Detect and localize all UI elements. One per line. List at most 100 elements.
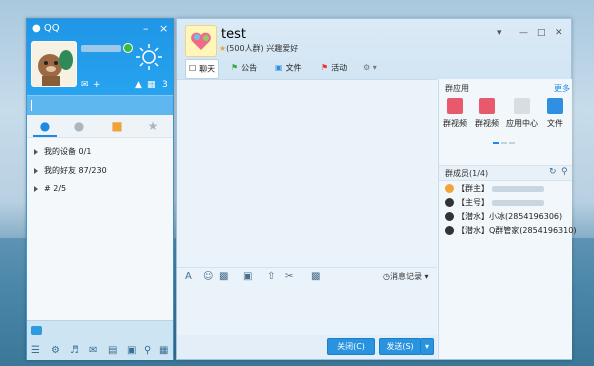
volume-icon[interactable]: ♬ (70, 345, 79, 356)
more-link[interactable]: 更多 (554, 83, 570, 94)
weather-sun-icon[interactable] (135, 43, 163, 71)
send-button[interactable]: 发送(S) (379, 338, 421, 355)
group-devices[interactable]: 我的设备 0/1 (34, 146, 91, 157)
qun-manager-avatar-icon (445, 226, 454, 235)
chevron-down-icon: ▾ (372, 63, 377, 72)
menu-icon[interactable]: ☰ (31, 345, 40, 356)
app-label: 文件 (547, 119, 563, 128)
app-group-video-2[interactable]: 群视频 (473, 98, 501, 129)
members-title: 群成员(1/4) (445, 169, 489, 178)
chat-toolbar: ☐ 聊天 ⚑ 公告 ▣ 文件 ⚑ 活动 ⚙ ▾ (177, 57, 571, 79)
search-icon[interactable]: ⚲ (144, 345, 151, 356)
tab-notice[interactable]: ⚑ 公告 (231, 59, 257, 77)
folder-icon: ▣ (275, 63, 283, 72)
screenshot-scissors-icon[interactable]: ✂ (285, 271, 293, 282)
group-label: # (44, 184, 51, 193)
tab-contacts-icon[interactable]: ● (37, 119, 53, 133)
tab-favorites-icon[interactable]: ★ (145, 119, 161, 133)
close-chat-button[interactable]: 关闭(C) (327, 338, 375, 355)
mail-icon[interactable]: ✉ (81, 80, 89, 90)
minimize-button[interactable]: – (143, 22, 149, 35)
online-status-icon[interactable] (123, 43, 133, 53)
file-icon (547, 98, 563, 114)
close-button[interactable]: × (159, 22, 168, 35)
app-grid-icon[interactable]: ▦ (159, 345, 168, 356)
message-input[interactable] (177, 285, 437, 335)
member-row[interactable]: 【潜水】小冰(2854196306) (445, 211, 562, 222)
penguin-icon (445, 198, 454, 207)
skin-icon[interactable]: ▲ (135, 80, 142, 90)
member-row[interactable]: 【潜水】Q群管家(2854196310) (445, 225, 576, 236)
font-icon[interactable]: A (185, 271, 192, 282)
message-manager-icon[interactable]: ✉ (89, 345, 97, 356)
pager-dot[interactable] (501, 142, 507, 144)
group-hash[interactable]: # 2/5 (34, 184, 66, 193)
minimize-window-button[interactable]: — (519, 28, 528, 38)
close-window-button[interactable]: ✕ (555, 28, 563, 38)
tab-messages-icon[interactable]: ■ (109, 119, 125, 133)
video-icon (447, 98, 463, 114)
member-name-blurred (492, 199, 544, 206)
add-icon[interactable]: + (93, 80, 101, 90)
tab-notice-label: 公告 (241, 63, 258, 73)
member-row[interactable]: 【主号】 (445, 197, 544, 208)
file-icon[interactable]: ▤ (108, 345, 117, 356)
group-label: 我的好友 (44, 166, 76, 175)
tab-chat[interactable]: ☐ 聊天 (185, 59, 220, 79)
search-input[interactable] (29, 98, 173, 113)
message-record-button[interactable]: ◷消息记录 ▾ (383, 271, 429, 282)
message-area[interactable] (177, 79, 437, 268)
group-chat-window: test ★(500人群) 兴趣爱好 ▾ — □ ✕ ☐ 聊天 ⚑ 公告 ▣ 文件 ⚑… (176, 18, 576, 360)
group-friends[interactable]: 我的好友 87/230 (34, 165, 107, 176)
member-role: 【主号】 (457, 198, 489, 207)
qq-header: ● QQ – × ✉ + ▲ ▦ 3 (27, 19, 173, 95)
tab-activity[interactable]: ⚑ 活动 (321, 59, 347, 77)
image-icon[interactable]: ▣ (243, 271, 252, 282)
settings-gear-dropdown[interactable]: ⚙ ▾ (363, 59, 377, 77)
qzone-icon[interactable] (31, 326, 42, 335)
message-record-label: 消息记录 (389, 272, 422, 281)
dropdown-icon[interactable]: ▾ (497, 28, 502, 38)
owner-icon (445, 184, 454, 193)
app-group-video[interactable]: 群视频 (441, 98, 469, 129)
level-icon[interactable]: ▦ (147, 80, 156, 90)
group-subtitle: ★(500人群) 兴趣爱好 (219, 43, 298, 54)
app-label: 群视频 (475, 119, 499, 128)
search-icon[interactable]: ⚲ (561, 167, 568, 177)
tab-files-label: 文件 (285, 63, 302, 73)
tab-groups-icon[interactable]: ● (71, 119, 87, 133)
app-label: 群视频 (443, 119, 467, 128)
search-bar[interactable] (27, 95, 173, 115)
app-center[interactable]: 应用中心 (505, 98, 539, 129)
member-row[interactable]: 【群主】 (445, 183, 544, 194)
chat-header: test ★(500人群) 兴趣爱好 ▾ — □ ✕ ☐ 聊天 ⚑ 公告 ▣ 文件 ⚑… (177, 19, 571, 79)
maximize-window-button[interactable]: □ (537, 28, 546, 38)
input-toolbar: A ☺ ▩ ▣ ⇧ ✂ ▩ ◷消息记录 ▾ (177, 267, 437, 286)
expand-arrow-icon (34, 167, 38, 174)
chevron-down-icon: ▾ (424, 272, 429, 281)
emoji-icon[interactable]: ☺ (203, 271, 213, 282)
qq-bottom-bar: ☰ ⚙ ♬ ✉ ▤ ▣ ⚲ ▦ (27, 320, 173, 360)
app-center-icon (514, 98, 530, 114)
expand-arrow-icon (34, 148, 38, 155)
group-apps-title: 群应用 (445, 84, 469, 93)
app-box-icon[interactable]: ▣ (127, 345, 136, 356)
upload-icon[interactable]: ⇧ (267, 271, 275, 282)
pager-dot[interactable] (493, 142, 499, 144)
refresh-icon[interactable]: ↻ (549, 167, 557, 177)
tab-files[interactable]: ▣ 文件 (275, 59, 302, 77)
tab-chat-label: 聊天 (199, 64, 216, 74)
nickname-blurred (81, 45, 121, 52)
group-heart-icon (191, 32, 211, 50)
pager-dot[interactable] (509, 142, 515, 144)
avatar[interactable] (31, 41, 77, 87)
gif-icon[interactable]: ▩ (219, 271, 228, 282)
app-files[interactable]: 文件 (541, 98, 569, 129)
red-packet-icon[interactable]: ▩ (311, 271, 320, 282)
group-avatar[interactable] (185, 25, 217, 57)
send-options-button[interactable]: ▾ (420, 338, 434, 355)
qq-title: QQ (43, 23, 60, 34)
settings-gear-icon[interactable]: ⚙ (51, 345, 60, 356)
expand-arrow-icon (34, 185, 38, 192)
group-count: 87/230 (78, 166, 107, 175)
